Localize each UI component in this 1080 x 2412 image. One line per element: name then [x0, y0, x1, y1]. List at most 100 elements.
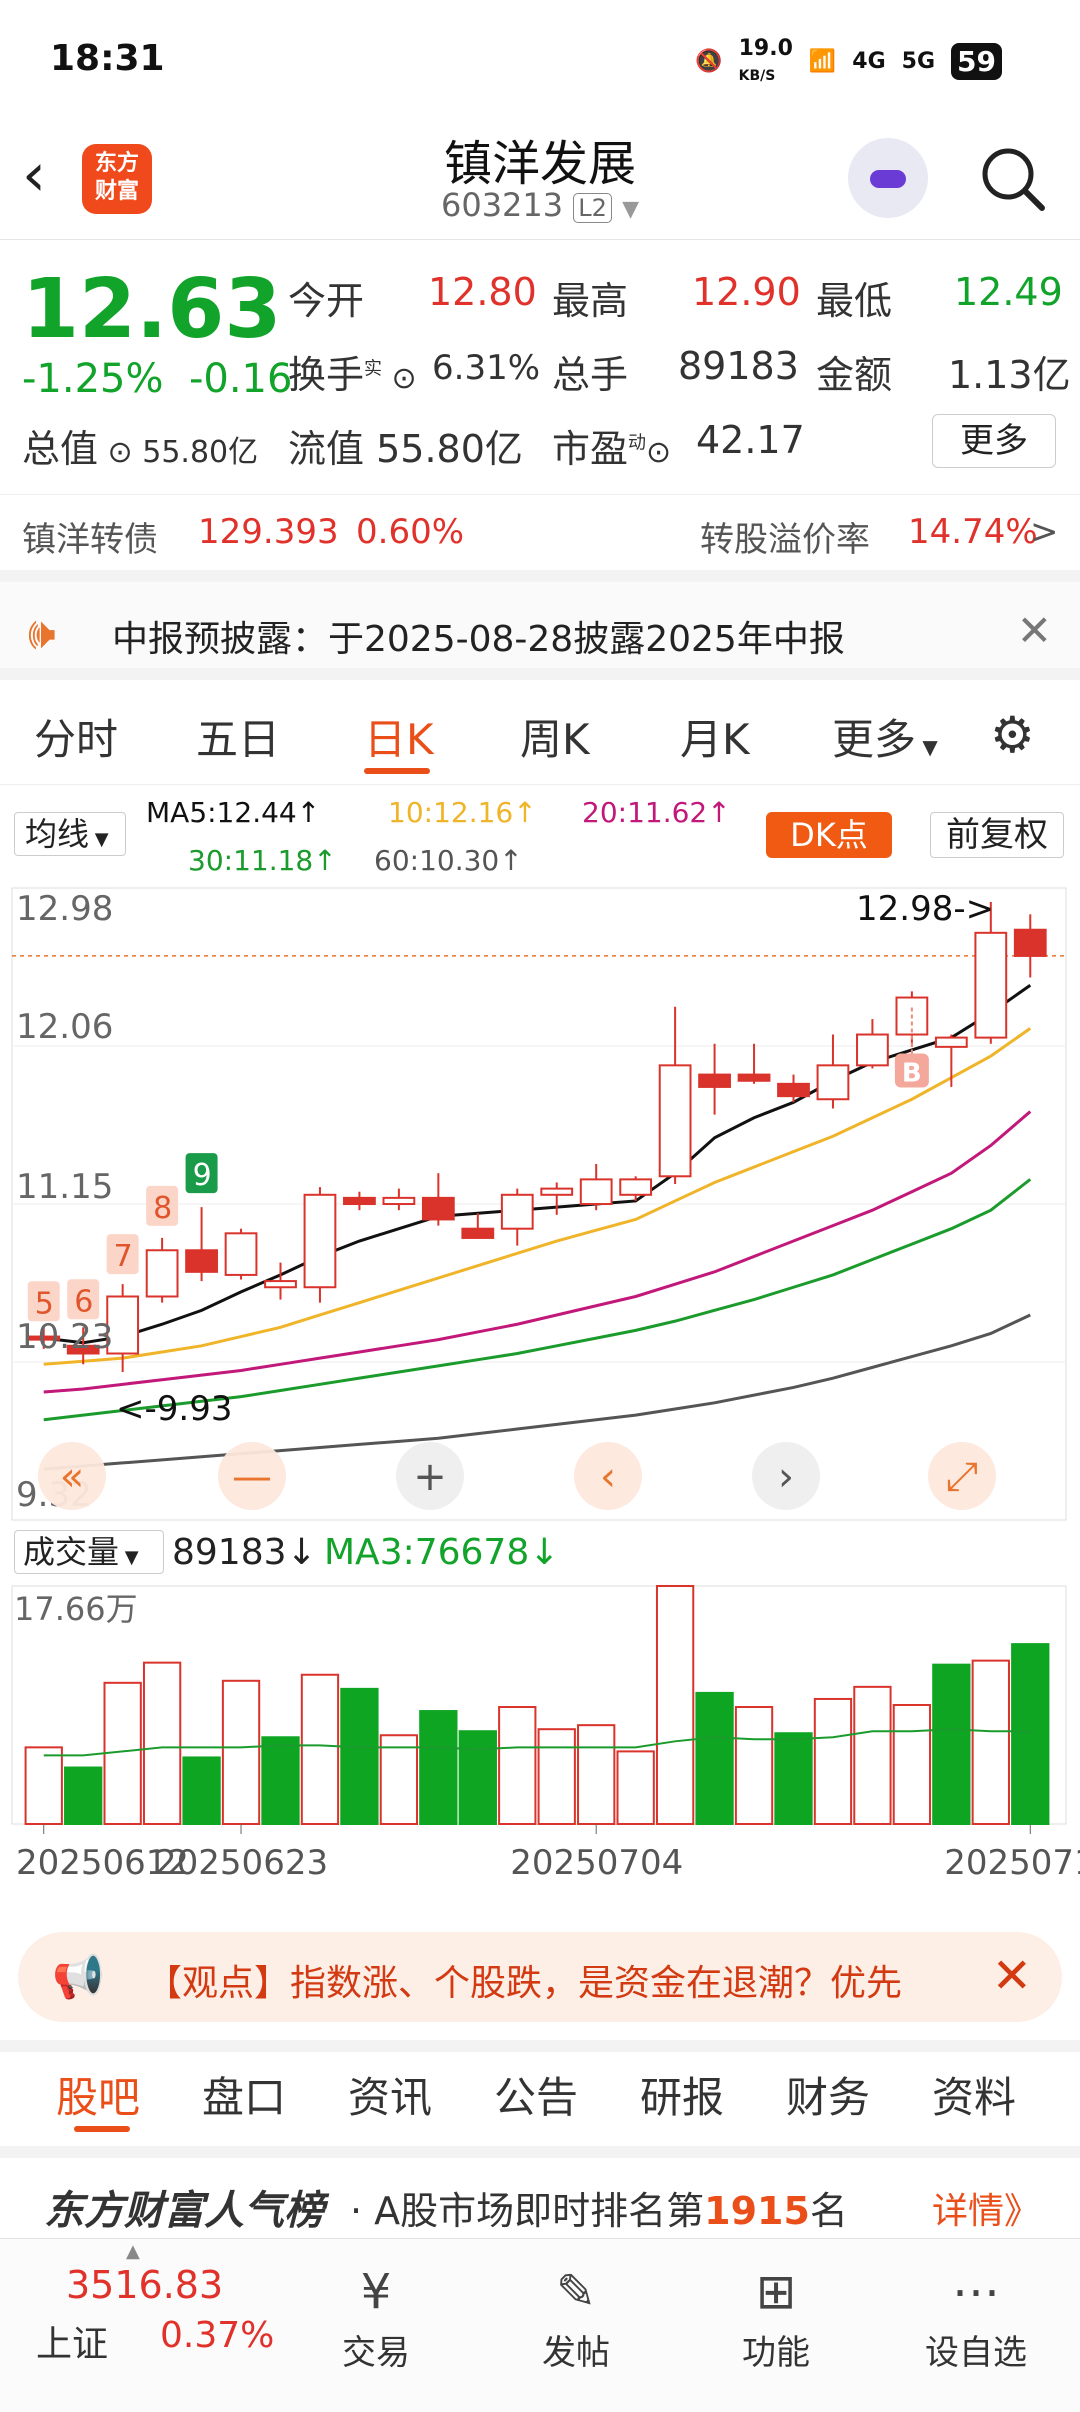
notice-banner[interactable]: 🕪 中报预披露：于2025-08-28披露2025年中报 ✕	[0, 570, 1080, 680]
bottom-nav: ▲ 3516.83 上证 0.37% ¥ 交易 ✎ 发帖 ⊞ 功能 ⋯ 设自选	[0, 2238, 1080, 2412]
candle-body	[461, 1227, 495, 1239]
tab-daily-k[interactable]: 日K	[364, 706, 434, 767]
premium-label[interactable]: 转股溢价率	[700, 512, 870, 561]
tab-announcement[interactable]: 公告	[494, 2064, 578, 2125]
volume-bar	[577, 1724, 616, 1825]
volume-bar	[379, 1734, 419, 1825]
nav-functions[interactable]: ⊞ 功能	[706, 2259, 846, 2374]
chevron-right-icon[interactable]: >	[1030, 512, 1059, 552]
candle-body	[777, 1082, 810, 1098]
convertible-label[interactable]: 镇洋转债	[22, 512, 158, 561]
tab-more[interactable]: 更多 ▼	[832, 706, 938, 767]
candle-body	[698, 1073, 731, 1088]
candle-body	[974, 931, 1008, 1039]
index-change[interactable]: 0.37%	[160, 2315, 274, 2356]
premium-value: 14.74%	[908, 512, 1038, 552]
volume-bar	[892, 1704, 932, 1825]
low-label: 最低	[816, 279, 893, 323]
yen-cycle-icon: ¥	[360, 2264, 392, 2320]
tab-five-day[interactable]: 五日	[196, 706, 280, 767]
market-cap: 总值 ⊙ 55.80亿	[22, 427, 259, 471]
turnover-value: 6.31%	[432, 348, 541, 388]
open-label: 今开	[288, 279, 365, 323]
mute-icon: 🔕	[695, 48, 723, 74]
volume-bar	[221, 1679, 261, 1826]
active-tab-indicator	[364, 768, 430, 774]
gear-icon[interactable]: ⚙	[990, 706, 1035, 764]
current-price: 12.63	[22, 262, 282, 357]
volume-bar	[971, 1659, 1010, 1826]
popularity-rank[interactable]: 东方财富人气榜 · A股市场即时排名第1915名 详情》	[0, 2146, 1080, 2238]
candle-body	[856, 1033, 889, 1067]
tab-guba[interactable]: 股吧	[56, 2064, 140, 2125]
candle-body	[540, 1187, 574, 1196]
sequence-tag-label: 6	[74, 1284, 93, 1319]
volume-bar	[655, 1585, 695, 1825]
amount-label: 金额	[816, 353, 893, 397]
x-tick-label: 20250717	[944, 1843, 1080, 1883]
tab-monthly-k[interactable]: 月K	[680, 706, 750, 767]
grid-icon: ⊞	[755, 2264, 797, 2320]
megaphone-icon: 📢	[52, 1952, 105, 2001]
tab-weekly-k[interactable]: 周K	[520, 706, 590, 767]
ma30-line	[43, 1178, 1032, 1422]
double-chevron-left-icon-glyph: «	[60, 1454, 84, 1500]
opinion-text[interactable]: 【观点】指数涨、个股跌，是资金在退潮？优先	[146, 1954, 976, 2006]
close-icon[interactable]: ✕	[1017, 606, 1052, 655]
volume-bar	[932, 1663, 971, 1825]
active-bottom-tab-indicator	[74, 2126, 130, 2132]
high-value: 12.90	[692, 270, 801, 314]
search-icon[interactable]	[978, 144, 1048, 214]
price-axis-label: 12.98	[16, 889, 113, 929]
more-quote-button[interactable]: 更多	[932, 414, 1056, 468]
index-name[interactable]: 上证	[36, 2315, 108, 2367]
wifi-icon: 📶	[808, 48, 837, 74]
volume-bar	[498, 1706, 537, 1826]
tab-profile[interactable]: 资料	[932, 2064, 1016, 2125]
x-tick-label: 20250704	[510, 1843, 683, 1883]
header: ‹ 东方 财富 镇洋发展 603213 L2 ▼	[0, 120, 1080, 240]
pen-icon: ✎	[555, 2264, 597, 2320]
candle-body	[343, 1196, 376, 1206]
volume-indicator-selector[interactable]: 成交量 ▼	[14, 1530, 164, 1574]
candle-body	[619, 1178, 653, 1196]
candle-body	[264, 1280, 297, 1289]
volume-value-label: 89183↓	[172, 1532, 317, 1573]
chevron-down-icon[interactable]: ▼	[622, 197, 639, 222]
volume-bar	[695, 1691, 734, 1826]
volume-bar	[458, 1730, 497, 1825]
tab-intraday[interactable]: 分时	[34, 706, 118, 767]
opinion-banner[interactable]: 📢 【观点】指数涨、个股跌，是资金在退潮？优先 ✕	[18, 1932, 1062, 2022]
tab-research[interactable]: 研报	[640, 2064, 724, 2125]
chevron-up-icon[interactable]: ▲	[126, 2241, 140, 2262]
volume-bar	[419, 1710, 458, 1825]
index-value[interactable]: 3516.83	[66, 2263, 223, 2307]
volume-label: 总手	[552, 353, 629, 397]
assistant-robot-icon[interactable]	[848, 138, 928, 218]
candle-body	[224, 1232, 258, 1276]
sequence-tag-label: 7	[114, 1239, 133, 1274]
candle-body	[145, 1249, 179, 1298]
status-icons: 🔕 19.0 KB/S 📶 4G 5G 59	[695, 36, 1002, 86]
max-price-note: 12.98->	[856, 889, 994, 929]
notice-text[interactable]: 中报预披露：于2025-08-28披露2025年中报	[112, 610, 845, 662]
rank-brand: 东方财富人气榜	[44, 2188, 324, 2234]
candle-body	[500, 1193, 534, 1230]
tab-finance[interactable]: 财务	[786, 2064, 870, 2125]
tab-pankou[interactable]: 盘口	[202, 2064, 286, 2125]
nav-add-watchlist[interactable]: ⋯ 设自选	[906, 2259, 1046, 2374]
price-axis-label: 10.23	[16, 1317, 113, 1357]
nav-trade[interactable]: ¥ 交易	[306, 2259, 446, 2374]
turnover-label: 换手实 ⊙	[288, 353, 417, 397]
status-bar: 18:31 🔕 19.0 KB/S 📶 4G 5G 59	[0, 0, 1080, 120]
rank-detail-link[interactable]: 详情》	[932, 2182, 1040, 2234]
nav-post[interactable]: ✎ 发帖	[506, 2259, 646, 2374]
kline-chart[interactable]: 2025061220250623202507042025071712.9812.…	[0, 780, 1080, 1910]
candle-body	[737, 1073, 771, 1082]
convertible-price: 129.393	[198, 512, 339, 552]
tab-news[interactable]: 资讯	[348, 2064, 432, 2125]
signal-5g: 5G	[901, 48, 936, 74]
price-change: -1.25% -0.16	[22, 356, 293, 402]
close-icon[interactable]: ✕	[992, 1948, 1032, 2004]
sequence-tag-label: 8	[153, 1191, 172, 1226]
